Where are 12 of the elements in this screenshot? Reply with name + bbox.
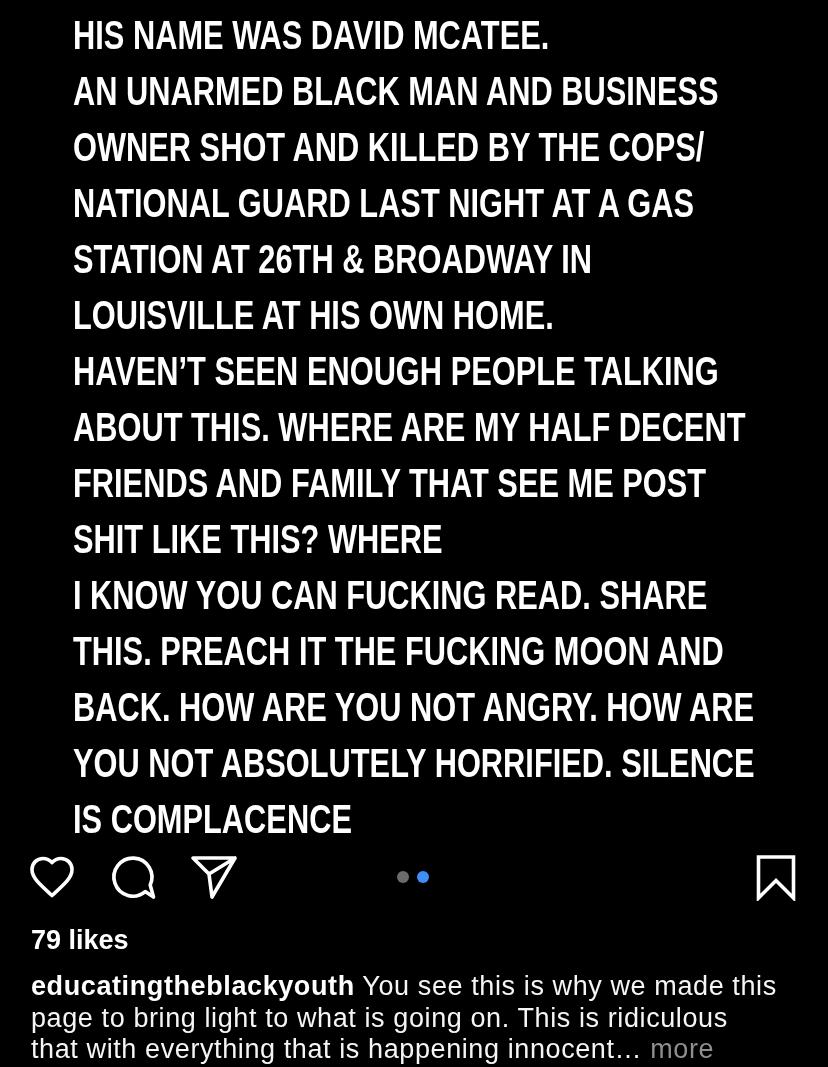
bookmark-icon[interactable] (755, 853, 797, 901)
image-text-paragraph: AN UNARMED BLACK MAN AND BUSINESS OWNER SHOT AND KILLED BY THE COPS/ NATIONAL GUARD LAST NIGHT AT A GAS STATION AT 26TH & BROADWAY IN LOUISVILLE AT HIS OWN HOME. (73, 68, 719, 339)
image-text-paragraph: I KNOW YOU CAN FUCKING READ. SHARE THIS. PREACH IT THE FUCKING MOON AND BACK. HOW ARE YOU NOT ANGRY. HOW ARE YOU NOT ABSOLUTELY HORRIFIED. SILENCE IS COMPLACENCE (73, 572, 755, 843)
more-link[interactable]: more (650, 1034, 715, 1064)
image-text-paragraph: HAVEN’T SEEN ENOUGH PEOPLE TALKING ABOUT THIS. WHERE ARE MY HALF DECENT FRIENDS AND FAMILY THAT SEE ME POST SHIT LIKE THIS? WHERE (73, 348, 746, 563)
image-text-paragraph: HIS NAME WAS DAVID MCATEE. (73, 12, 550, 59)
username-link[interactable]: educatingtheblackyouth (31, 971, 355, 1001)
heart-icon[interactable] (28, 855, 76, 899)
post-caption: educatingtheblackyouth You see this is why we made this page to bring light to what is going on. This is ridiculous that with everything that is happening innocent… more (31, 971, 778, 1066)
paper-plane-icon[interactable] (190, 854, 238, 900)
likes-count[interactable]: 79 likes (31, 925, 129, 956)
comment-bubble-icon[interactable] (109, 853, 157, 901)
